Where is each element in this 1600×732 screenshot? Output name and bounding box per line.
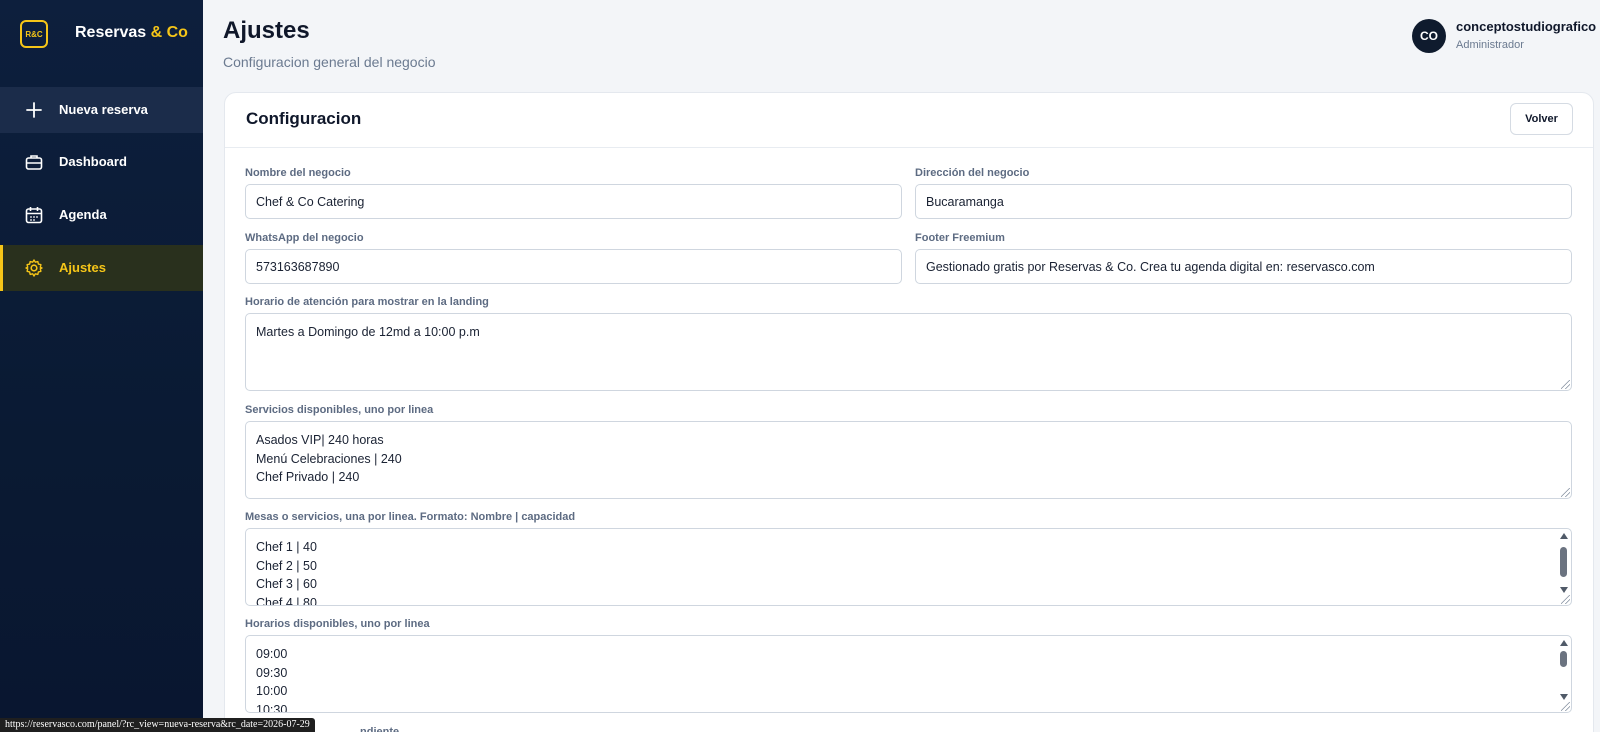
textarea-line: 10:00 [256, 684, 288, 698]
brand-logo: R&C [20, 20, 48, 48]
services-textarea[interactable]: Asados VIP| 240 horas Menú Celebraciones… [245, 421, 1572, 499]
business-name-label: Nombre del negocio [245, 167, 351, 179]
back-button[interactable]: Volver [1510, 103, 1573, 135]
textarea-line: Chef 3 | 60 [256, 577, 317, 591]
hours-landing-label: Horario de atención para mostrar en la l… [245, 296, 489, 308]
textarea-line: Chef 4 | 80 [256, 595, 317, 606]
page-title: Ajustes [223, 17, 310, 44]
textarea-line: 09:00 [256, 647, 288, 661]
textarea-line: Chef 1 | 40 [256, 540, 317, 554]
business-name-input[interactable]: Chef & Co Catering [245, 184, 902, 219]
time-slots-label: Horarios disponibles, uno por linea [245, 618, 430, 630]
scrollbar[interactable] [1559, 638, 1569, 700]
briefcase-icon [25, 155, 43, 170]
brand[interactable]: R&C Reservas & Co [0, 0, 203, 68]
whatsapp-label: WhatsApp del negocio [245, 232, 364, 244]
user-name[interactable]: conceptostudiografico [1456, 19, 1596, 34]
whatsapp-input[interactable]: 573163687890 [245, 249, 902, 284]
sidebar-item-label: Nueva reserva [59, 102, 148, 117]
footer-freemium-input[interactable]: Gestionado gratis por Reservas & Co. Cre… [915, 249, 1572, 284]
textarea-line: Martes a Domingo de 12md a 10:00 p.m [256, 325, 480, 339]
scroll-up-arrow-icon[interactable] [1560, 533, 1568, 539]
scroll-down-arrow-icon[interactable] [1560, 694, 1568, 700]
sidebar-item-nueva-reserva[interactable]: Nueva reserva [0, 87, 203, 133]
sidebar-item-label: Agenda [59, 207, 107, 222]
sidebar-item-agenda[interactable]: Agenda [0, 192, 203, 238]
scrollbar[interactable] [1559, 531, 1569, 593]
page-subtitle: Configuracion general del negocio [223, 54, 436, 70]
card-header: Configuracion Volver [225, 93, 1593, 148]
footer-freemium-label: Footer Freemium [915, 232, 1005, 244]
sidebar-item-dashboard[interactable]: Dashboard [0, 139, 203, 185]
scroll-thumb[interactable] [1560, 547, 1567, 577]
resize-handle[interactable] [1561, 702, 1570, 711]
scroll-up-arrow-icon[interactable] [1560, 640, 1568, 646]
resize-handle[interactable] [1561, 488, 1570, 497]
brand-name-main: Reservas [75, 24, 151, 41]
browser-status-url: https://reservasco.com/panel/?rc_view=nu… [0, 718, 315, 732]
textarea-line: 10:30 [256, 702, 288, 713]
textarea-line: Chef 2 | 50 [256, 558, 317, 573]
textarea-line: Menú Celebraciones | 240 [256, 451, 402, 466]
sidebar: R&C Reservas & Co Nueva reserva Dashboar… [0, 0, 203, 732]
scroll-down-arrow-icon[interactable] [1560, 587, 1568, 593]
time-slots-textarea[interactable]: 09:00 09:30 10:00 10:30 [245, 635, 1572, 713]
brand-name: Reservas & Co [75, 24, 188, 42]
business-address-label: Dirección del negocio [915, 167, 1030, 179]
textarea-line: Asados VIP| 240 horas [256, 433, 384, 447]
card-title: Configuracion [246, 109, 362, 128]
gear-icon [25, 259, 43, 277]
sidebar-item-ajustes[interactable]: Ajustes [0, 245, 203, 291]
tables-label: Mesas o servicios, una por linea. Format… [245, 511, 576, 523]
tables-textarea[interactable]: Chef 1 | 40 Chef 2 | 50 Chef 3 | 60 Chef… [245, 528, 1572, 606]
resize-handle[interactable] [1561, 595, 1570, 604]
user-role: Administrador [1456, 39, 1524, 51]
services-label: Servicios disponibles, uno por linea [245, 404, 434, 416]
business-address-input[interactable]: Bucaramanga [915, 184, 1572, 219]
brand-name-accent: & Co [150, 24, 188, 41]
calendar-icon [25, 207, 43, 224]
plus-icon [26, 102, 42, 118]
avatar[interactable]: CO [1412, 19, 1446, 53]
hours-landing-textarea[interactable]: Martes a Domingo de 12md a 10:00 p.m [245, 313, 1572, 391]
sidebar-item-label: Dashboard [59, 154, 127, 169]
scroll-thumb[interactable] [1560, 651, 1567, 667]
resize-handle[interactable] [1561, 380, 1570, 389]
textarea-line: 09:30 [256, 665, 288, 680]
textarea-line: Chef Privado | 240 [256, 470, 360, 484]
sidebar-item-label: Ajustes [59, 260, 106, 275]
next-field-label: ndiente [360, 726, 400, 732]
